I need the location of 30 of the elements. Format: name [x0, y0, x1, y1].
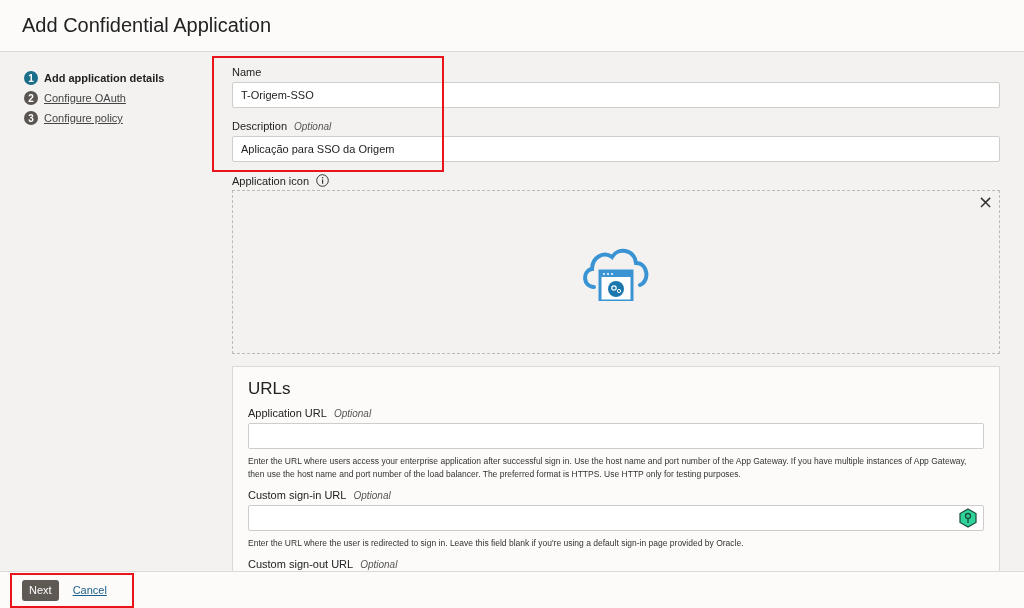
cancel-link[interactable]: Cancel	[72, 584, 107, 596]
step-link[interactable]: Configure policy	[44, 112, 123, 124]
field-label: Name	[232, 66, 263, 78]
field-label: Custom sign-in URL	[248, 489, 347, 501]
page-title: Add Confidential Application	[22, 14, 272, 37]
section-title: URLs	[248, 379, 292, 399]
optional-hint: Optional	[360, 558, 398, 570]
next-button[interactable]: Next	[22, 579, 59, 601]
help-text: Enter the URL where the user is redirected to sign in. Leave this field blank if you're using a default sign-in page provided by Oracle.	[248, 537, 745, 550]
icon-drop-zone[interactable]: ×	[232, 190, 1000, 354]
step-number: 2	[24, 91, 38, 105]
field-label: Application icon	[232, 174, 310, 187]
name-field[interactable]: T-Origem-SSO	[232, 82, 1000, 108]
help-text: Enter the URL where users access your enterprise application after successful sign in. Use the host name and port number of the App Gateway. If you have multiple instances of App Gateway, then use the host name and port number of the load balancer. The preferred format is HTTPS. Use HTTP only for testing purposes.	[248, 455, 968, 481]
field-label: Application URL	[248, 407, 327, 419]
description-field[interactable]: Aplicação para SSO da Origem	[232, 136, 1000, 162]
info-icon[interactable]	[316, 174, 330, 187]
field-label: Custom sign-out URL	[248, 558, 354, 570]
url-field[interactable]	[248, 505, 984, 531]
optional-hint: Optional	[333, 407, 372, 419]
step-link[interactable]: Configure OAuth	[44, 92, 126, 104]
field-label: Description	[232, 120, 288, 132]
url-field[interactable]	[248, 423, 984, 449]
close-button[interactable]: ×	[975, 193, 995, 211]
step-number: 1	[24, 71, 38, 85]
step-label: Add application details	[44, 72, 165, 84]
step-number: 3	[24, 111, 38, 125]
optional-hint: Optional	[353, 489, 391, 501]
key-icon[interactable]	[959, 508, 977, 528]
optional-hint: Optional	[294, 120, 332, 132]
